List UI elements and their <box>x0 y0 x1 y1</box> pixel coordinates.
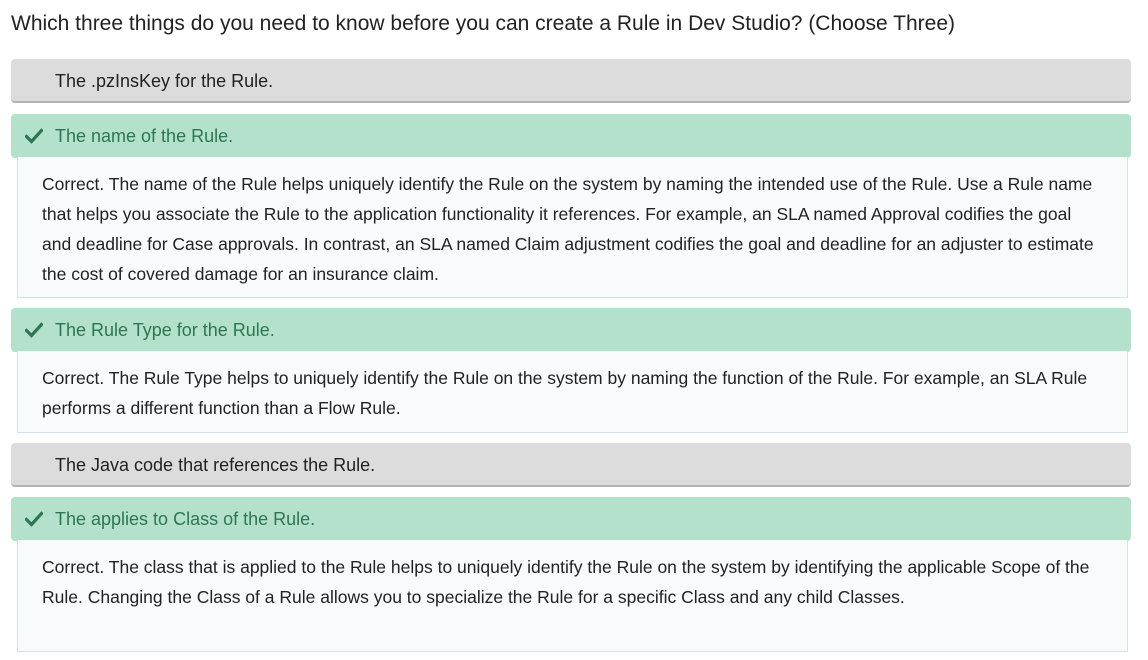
answer-feedback-2: Correct. The name of the Rule helps uniq… <box>17 157 1128 298</box>
answer-option-2[interactable]: The name of the Rule. <box>11 114 1131 166</box>
answer-option-1[interactable]: The .pzInsKey for the Rule. <box>11 59 1131 103</box>
answer-option-label: The Rule Type for the Rule. <box>55 320 275 340</box>
checkmark-icon <box>25 128 43 144</box>
answer-option-label: The .pzInsKey for the Rule. <box>55 71 274 91</box>
answer-option-4[interactable]: The Java code that references the Rule. <box>11 443 1131 487</box>
answer-feedback-3: Correct. The Rule Type helps to uniquely… <box>17 351 1128 433</box>
feedback-text: Correct. The Rule Type helps to uniquely… <box>42 368 1088 418</box>
checkmark-icon <box>25 322 43 338</box>
answer-feedback-5: Correct. The class that is applied to th… <box>17 540 1128 652</box>
answer-option-label: The applies to Class of the Rule. <box>55 509 316 529</box>
answer-option-label: The Java code that references the Rule. <box>55 455 376 475</box>
feedback-text: Correct. The class that is applied to th… <box>42 557 1090 607</box>
answer-option-3[interactable]: The Rule Type for the Rule. <box>11 308 1131 360</box>
answer-option-label: The name of the Rule. <box>55 126 234 146</box>
checkmark-icon <box>25 511 43 527</box>
feedback-text: Correct. The name of the Rule helps uniq… <box>42 174 1094 284</box>
answer-option-5[interactable]: The applies to Class of the Rule. <box>11 497 1131 549</box>
question-text: Which three things do you need to know b… <box>11 12 955 35</box>
